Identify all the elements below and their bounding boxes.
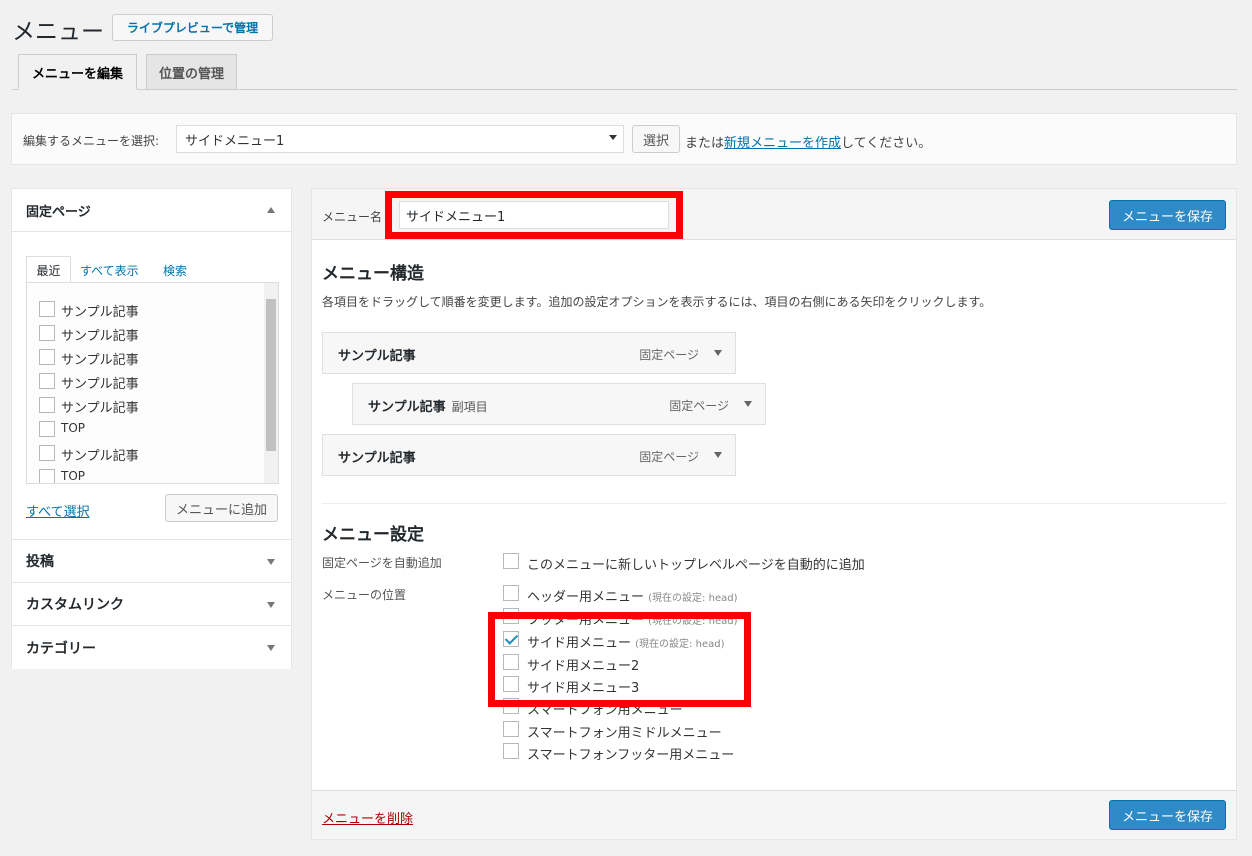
menu-select-label: 編集するメニューを選択: [23,134,160,148]
scrollbar-thumb[interactable] [266,299,276,451]
section-posts[interactable]: 投稿 [12,540,291,583]
page-checkbox[interactable] [39,421,55,437]
location-option: スマートフォンフッター用メニュー [527,748,735,763]
menu-item-subitem-label: 副項目 [451,400,488,414]
menu-item[interactable]: サンプル記事 固定ページ [322,332,736,374]
section-categories[interactable]: カテゴリー [12,626,291,669]
page-checkbox[interactable] [39,349,55,365]
list-item: サンプル記事 [61,449,139,464]
auto-add-option: このメニューに新しいトップレベルページを自動的に追加 [527,558,865,573]
list-item: サンプル記事 [61,401,139,416]
location-checkbox-checked[interactable] [503,631,519,647]
page-title: メニュー [12,19,104,45]
chevron-down-icon [267,559,275,565]
location-option: フッター用メニュー (現在の設定: head) [527,613,738,628]
select-all-link[interactable]: すべて選択 [26,501,90,520]
menu-item-title: サンプル記事 [338,349,416,364]
scrollbar[interactable] [264,283,278,483]
menu-select-bar: 編集するメニューを選択: サイドメニュー1 選択 または新規メニューを作成してく… [11,113,1237,165]
location-option: スマートフォン用メニュー [527,703,683,718]
section-custom-links[interactable]: カスタムリンク [12,583,291,626]
page-checkbox[interactable] [39,373,55,389]
location-checkbox[interactable] [503,654,519,670]
suffix-text: してください。 [841,136,932,151]
location-option: サイド用メニュー (現在の設定: head) [527,636,725,651]
page-checkbox[interactable] [39,469,55,483]
menu-name-input[interactable]: サイドメニュー1 [399,201,669,229]
chevron-down-icon[interactable] [714,350,722,356]
page-checkbox[interactable] [39,397,55,413]
add-to-menu-button[interactable]: メニューに追加 [165,494,278,522]
list-item: サンプル記事 [61,377,139,392]
list-item: サンプル記事 [61,329,139,344]
menu-item-type: 固定ページ [639,450,699,464]
section-posts-title: 投稿 [26,554,54,570]
menu-item-type: 固定ページ [669,399,729,413]
create-new-menu-link[interactable]: 新規メニューを作成 [724,136,841,151]
delete-menu-link[interactable]: メニューを削除 [322,808,413,827]
tab-recent[interactable]: 最近 [26,256,71,283]
pages-panel-title: 固定ページ [26,204,91,220]
section-categories-title: カテゴリー [26,640,96,657]
divider [322,503,1226,504]
chevron-down-icon [267,645,275,651]
chevron-down-icon [609,135,617,140]
tab-manage-locations[interactable]: 位置の管理 [146,54,237,90]
location-checkbox[interactable] [503,698,519,714]
tab-search[interactable]: 検索 [163,262,187,279]
structure-title: メニュー構造 [322,264,424,284]
tab-edit-menus[interactable]: メニューを編集 [18,54,137,90]
chevron-down-icon[interactable] [744,401,752,407]
list-item: サンプル記事 [61,305,139,320]
chevron-down-icon [267,602,275,608]
pages-panel-header[interactable]: 固定ページ [12,189,291,232]
collapsed-sections: 投稿 カスタムリンク カテゴリー [11,539,292,669]
structure-help: 各項目をドラッグして順番を変更します。追加の設定オプションを表示するには、項目の… [322,295,992,309]
location-option: ヘッダー用メニュー (現在の設定: head) [527,590,738,605]
pages-list: サンプル記事 サンプル記事 サンプル記事 サンプル記事 サンプル記事 TOP サ… [26,282,279,484]
list-item: TOP [61,469,86,483]
menu-item-type: 固定ページ [639,348,699,362]
location-label: メニューの位置 [322,588,407,602]
location-checkbox[interactable] [503,721,519,737]
location-checkbox[interactable] [503,585,519,601]
menu-item[interactable]: サンプル記事 固定ページ [322,434,736,476]
location-option: サイド用メニュー2 [527,659,640,674]
list-item: サンプル記事 [61,353,139,368]
menu-select-dropdown[interactable]: サイドメニュー1 [176,125,624,153]
menu-item-title: サンプル記事 [368,400,446,415]
select-button[interactable]: 選択 [632,125,680,153]
page-checkbox[interactable] [39,445,55,461]
save-menu-button[interactable]: メニューを保存 [1109,200,1226,230]
auto-add-checkbox[interactable] [503,553,519,569]
menu-editor: メニュー名 サイドメニュー1 メニューを保存 メニュー構造 各項目をドラッグして… [311,188,1237,840]
location-option: スマートフォン用ミドルメニュー [527,726,722,741]
auto-add-label: 固定ページを自動追加 [322,556,442,570]
page-checkbox[interactable] [39,301,55,317]
settings-title: メニュー設定 [322,525,424,545]
save-menu-button-bottom[interactable]: メニューを保存 [1109,800,1226,830]
menu-name-value: サイドメニュー1 [406,209,506,225]
pages-panel: 固定ページ 最近 すべて表示 検索 サンプル記事 サンプル記事 サンプル記事 サ… [11,188,292,540]
menu-editor-header: メニュー名 サイドメニュー1 メニューを保存 [312,189,1236,240]
location-checkbox[interactable] [503,743,519,759]
menu-select-value: サイドメニュー1 [185,133,285,149]
location-checkbox[interactable] [503,608,519,624]
page-checkbox[interactable] [39,325,55,341]
create-menu-text: または新規メニューを作成してください。 [685,132,931,151]
section-custom-links-title: カスタムリンク [26,597,124,613]
or-text: または [685,136,725,151]
menu-item-title: サンプル記事 [338,451,416,466]
chevron-up-icon [267,207,275,213]
menu-name-label: メニュー名 [322,210,383,224]
location-checkbox[interactable] [503,676,519,692]
list-item: TOP [61,421,86,435]
menu-item[interactable]: サンプル記事 副項目 固定ページ [352,383,766,425]
chevron-down-icon[interactable] [714,452,722,458]
tab-view-all[interactable]: すべて表示 [80,262,139,279]
location-option: サイド用メニュー3 [527,681,640,696]
menu-editor-footer: メニューを削除 メニューを保存 [312,790,1236,839]
live-preview-button[interactable]: ライブプレビューで管理 [112,14,273,41]
